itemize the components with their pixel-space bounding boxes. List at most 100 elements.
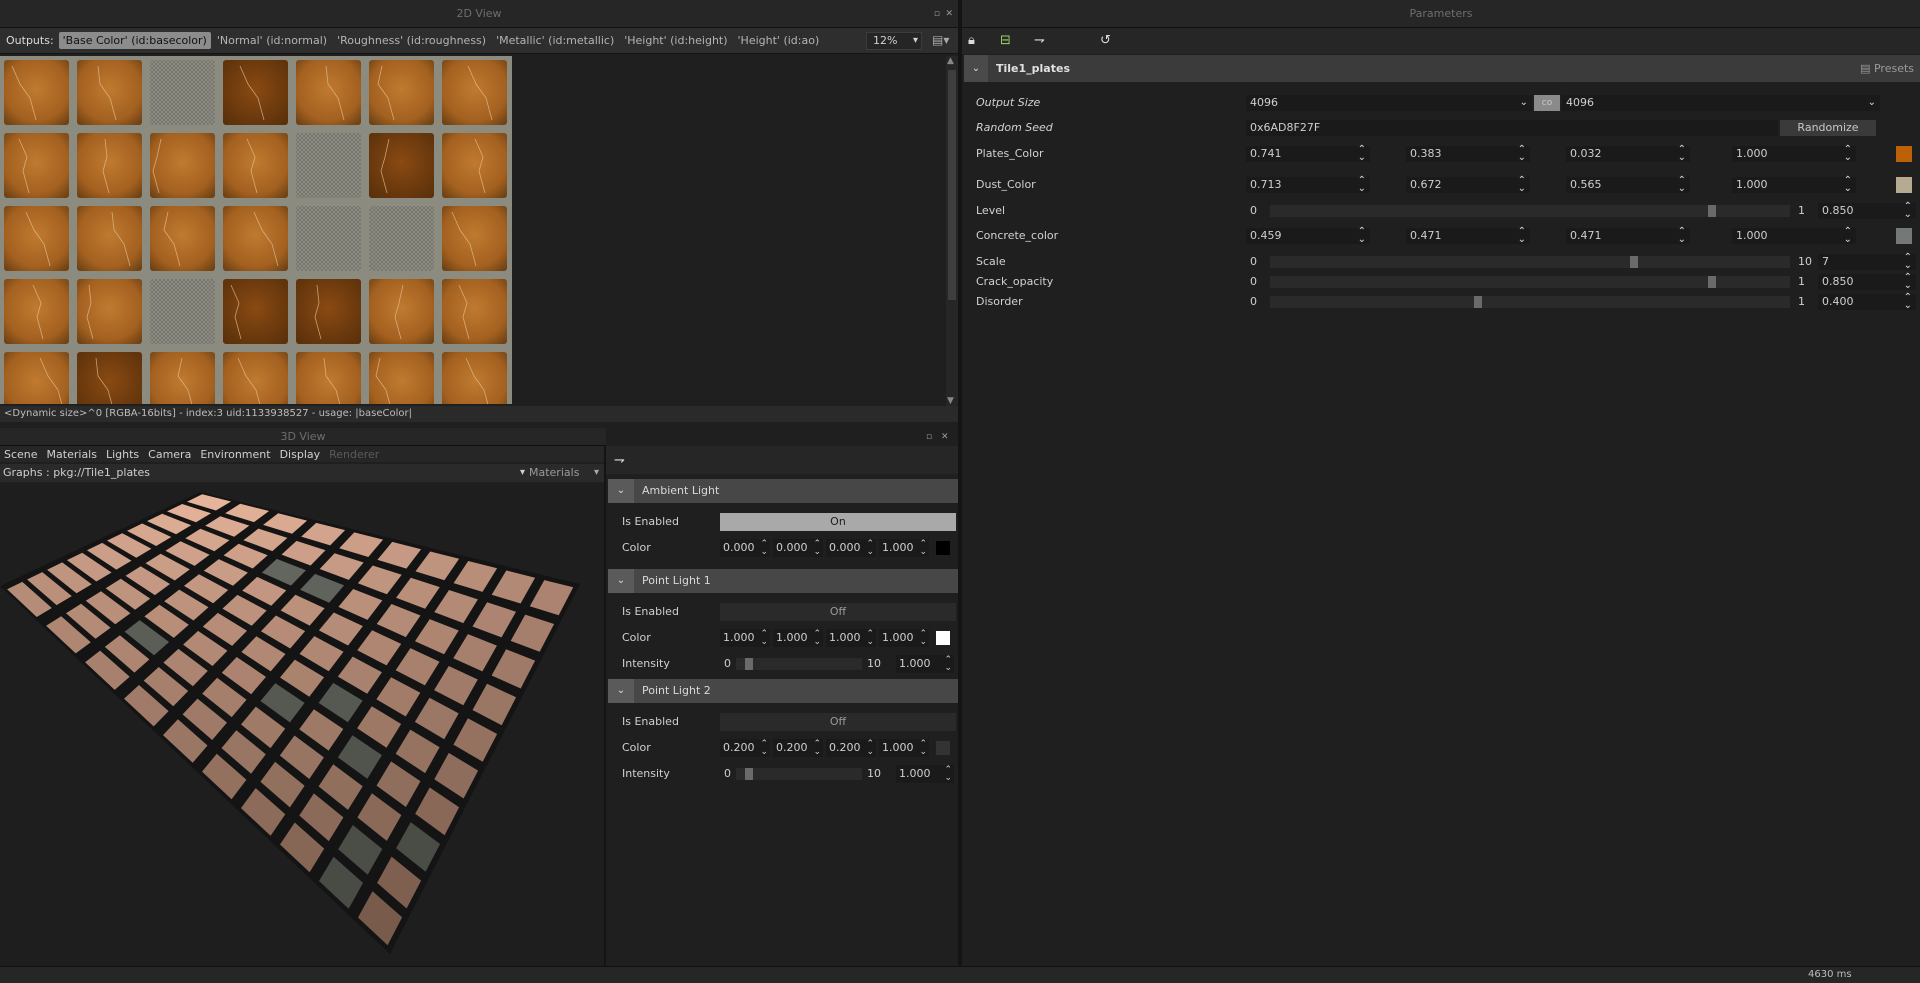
- spinner-icon[interactable]: ⌃ ⌄: [866, 540, 874, 557]
- texture-preview[interactable]: [0, 56, 512, 404]
- spinner-icon[interactable]: ⌃ ⌄: [1358, 145, 1366, 163]
- spinner-icon[interactable]: ⌃ ⌄: [919, 630, 927, 647]
- output-tab-roughness[interactable]: 'Roughness' (id:roughness): [333, 32, 490, 49]
- graphs-select[interactable]: Graphs : pkg://Tile1_plates ▾: [3, 465, 529, 481]
- concrete-color-g[interactable]: 0.471 ⌃ ⌄: [1406, 227, 1530, 245]
- ambient-enabled-toggle[interactable]: On: [720, 513, 956, 531]
- spinner-icon[interactable]: ⌃ ⌄: [1844, 145, 1852, 163]
- level-value[interactable]: 0.850 ⌃ ⌄: [1818, 202, 1916, 220]
- panel-divider[interactable]: [958, 0, 962, 966]
- spinner-icon[interactable]: ⌃ ⌄: [1518, 227, 1526, 245]
- dust-color-r[interactable]: 0.713 ⌃ ⌄: [1246, 176, 1370, 194]
- spinner-icon[interactable]: ⌃ ⌄: [760, 740, 768, 757]
- point1-color-b[interactable]: 1.000 ⌃ ⌄: [826, 629, 876, 647]
- spinner-icon[interactable]: ⌃ ⌄: [813, 540, 821, 557]
- slider-track[interactable]: [736, 658, 862, 670]
- 3d-viewport[interactable]: [0, 484, 604, 966]
- output-size-height-select[interactable]: 4096 ⌄: [1562, 95, 1880, 111]
- chevron-down-icon[interactable]: ⌄: [964, 55, 988, 82]
- slider-thumb[interactable]: [1630, 256, 1638, 268]
- crack-opacity-value[interactable]: 0.850 ⌃ ⌄: [1818, 273, 1916, 291]
- slider-track[interactable]: [1270, 256, 1790, 268]
- close-icon[interactable]: ✕: [945, 0, 953, 28]
- lock-outputs-icon[interactable]: ⊟: [1000, 33, 1011, 48]
- point1-color-g[interactable]: 1.000 ⌃ ⌄: [773, 629, 823, 647]
- ambient-color-g[interactable]: 0.000 ⌃ ⌄: [773, 539, 823, 557]
- plates-color-b[interactable]: 0.032 ⌃ ⌄: [1566, 145, 1690, 163]
- spinner-icon[interactable]: ⌃ ⌄: [1844, 176, 1852, 194]
- concrete-color-r[interactable]: 0.459 ⌃ ⌄: [1246, 227, 1370, 245]
- float-window-icon[interactable]: ▫: [934, 0, 940, 28]
- spinner-icon[interactable]: ⌃ ⌄: [1358, 227, 1366, 245]
- plates-color-a[interactable]: 1.000 ⌃ ⌄: [1732, 145, 1856, 163]
- spinner-icon[interactable]: ⌃ ⌄: [1904, 273, 1912, 291]
- spinner-icon[interactable]: ⌃ ⌄: [1518, 176, 1526, 194]
- float-window-icon[interactable]: ▫: [926, 432, 932, 442]
- ambient-color-r[interactable]: 0.000 ⌃ ⌄: [720, 539, 770, 557]
- spinner-icon[interactable]: ⌃ ⌄: [1678, 176, 1686, 194]
- dust-color-g[interactable]: 0.672 ⌃ ⌄: [1406, 176, 1530, 194]
- spinner-icon[interactable]: ⌃ ⌄: [1904, 202, 1912, 220]
- pin-icon[interactable]: ⇁: [614, 453, 625, 468]
- spinner-icon[interactable]: ⌃ ⌄: [813, 630, 821, 647]
- ambient-light-section[interactable]: ⌄ Ambient Light: [608, 479, 958, 503]
- concrete-color-swatch[interactable]: [1896, 228, 1912, 244]
- spinner-icon[interactable]: ⌃ ⌄: [1678, 227, 1686, 245]
- output-tab-height[interactable]: 'Height' (id:height): [620, 32, 731, 49]
- scale-value[interactable]: 7 ⌃ ⌄: [1818, 253, 1916, 271]
- spinner-icon[interactable]: ⌃ ⌄: [1678, 145, 1686, 163]
- menu-environment[interactable]: Environment: [200, 448, 270, 461]
- spinner-icon[interactable]: ⌃ ⌄: [1904, 293, 1912, 311]
- output-size-width-select[interactable]: 4096 ⌄: [1246, 95, 1532, 111]
- output-tab-ao[interactable]: 'Height' (id:ao): [734, 32, 824, 49]
- menu-scene[interactable]: Scene: [4, 448, 38, 461]
- menu-renderer[interactable]: Renderer: [329, 448, 379, 461]
- slider-thumb[interactable]: [744, 768, 753, 780]
- slider-thumb[interactable]: [1474, 296, 1482, 308]
- spinner-icon[interactable]: ⌃ ⌄: [1844, 227, 1852, 245]
- point1-color-swatch[interactable]: [936, 631, 950, 645]
- lock-icon[interactable]: 🔒︎: [968, 33, 975, 48]
- slider-thumb[interactable]: [744, 658, 753, 670]
- dust-color-b[interactable]: 0.565 ⌃ ⌄: [1566, 176, 1690, 194]
- point1-intensity-slider[interactable]: 0 10: [724, 655, 881, 673]
- concrete-color-a[interactable]: 1.000 ⌃ ⌄: [1732, 227, 1856, 245]
- spinner-icon[interactable]: ⌃ ⌄: [944, 656, 952, 673]
- spinner-icon[interactable]: ⌃ ⌄: [866, 630, 874, 647]
- point2-color-swatch[interactable]: [936, 741, 950, 755]
- zoom-select[interactable]: 12% ▾: [866, 32, 922, 50]
- point-light-2-section[interactable]: ⌄ Point Light 2: [608, 679, 958, 703]
- menu-lights[interactable]: Lights: [106, 448, 139, 461]
- slider-track[interactable]: [1270, 205, 1790, 217]
- spinner-icon[interactable]: ⌃ ⌄: [760, 540, 768, 557]
- plates-color-swatch[interactable]: [1896, 146, 1912, 162]
- random-seed-field[interactable]: 0x6AD8F27F: [1246, 120, 1778, 136]
- dust-color-a[interactable]: 1.000 ⌃ ⌄: [1732, 176, 1856, 194]
- close-icon[interactable]: ✕: [941, 432, 949, 442]
- spinner-icon[interactable]: ⌃ ⌄: [919, 740, 927, 757]
- menu-display[interactable]: Display: [280, 448, 321, 461]
- scroll-up-icon[interactable]: ▲: [947, 56, 954, 66]
- menu-materials[interactable]: Materials: [47, 448, 97, 461]
- materials-select[interactable]: Materials ▾: [529, 465, 599, 481]
- point2-color-b[interactable]: 0.200 ⌃ ⌄: [826, 739, 876, 757]
- slider-track[interactable]: [1270, 276, 1790, 288]
- point2-color-r[interactable]: 0.200 ⌃ ⌄: [720, 739, 770, 757]
- menu-camera[interactable]: Camera: [148, 448, 191, 461]
- slider-thumb[interactable]: [1708, 276, 1716, 288]
- image-options-icon[interactable]: ▤▾: [932, 33, 950, 47]
- plates-color-r[interactable]: 0.741 ⌃ ⌄: [1246, 145, 1370, 163]
- reset-icon[interactable]: ↺: [1100, 33, 1111, 48]
- point2-color-g[interactable]: 0.200 ⌃ ⌄: [773, 739, 823, 757]
- level-slider[interactable]: 0 1: [1250, 202, 1810, 220]
- disorder-slider[interactable]: 0 1: [1250, 293, 1810, 311]
- presets-button[interactable]: ▤ Presets: [1860, 55, 1914, 82]
- slider-track[interactable]: [1270, 296, 1790, 308]
- scroll-down-icon[interactable]: ▼: [947, 396, 954, 406]
- disorder-value[interactable]: 0.400 ⌃ ⌄: [1818, 293, 1916, 311]
- spinner-icon[interactable]: ⌃ ⌄: [1358, 176, 1366, 194]
- tile1-plates-section[interactable]: ⌄ Tile1_plates ▤ Presets: [964, 55, 1920, 82]
- scale-slider[interactable]: 0 10: [1250, 253, 1812, 271]
- scrollbar-thumb[interactable]: [948, 70, 956, 300]
- point2-enabled-toggle[interactable]: Off: [720, 713, 956, 731]
